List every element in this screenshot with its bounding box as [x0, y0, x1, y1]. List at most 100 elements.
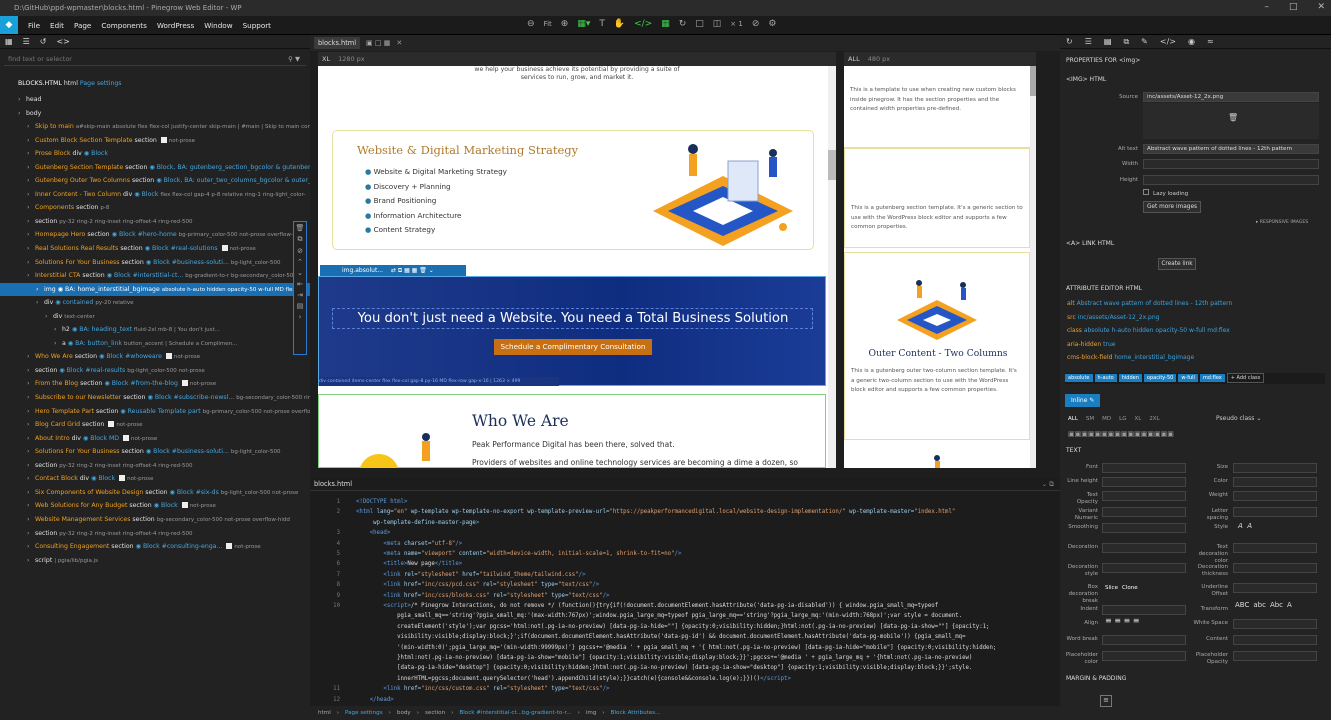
- tree-row[interactable]: › div text-center: [0, 310, 310, 324]
- search-icon[interactable]: ⚲ ▼: [288, 55, 300, 63]
- trash-icon[interactable]: 🗑: [1228, 113, 1238, 122]
- mobile-scrollbar[interactable]: [1030, 66, 1036, 468]
- text-prop-input[interactable]: [1102, 605, 1186, 615]
- viewport-size-xl[interactable]: XL: [322, 55, 330, 63]
- tree-row[interactable]: › img ◉ BA: home_interstitial_bgimage abs…: [0, 282, 310, 297]
- text-prop-input[interactable]: [1233, 477, 1317, 487]
- breadcrumb-item[interactable]: body: [397, 710, 411, 716]
- breadcrumb-item[interactable]: img: [586, 710, 597, 716]
- tab-close-icon[interactable]: ✕: [396, 39, 402, 47]
- attribute-row[interactable]: cms-block-field home_interstitial_bgimag…: [1067, 354, 1194, 361]
- expand-arrow-icon[interactable]: ›: [27, 513, 35, 527]
- attribute-row[interactable]: alt Abstract wave pattern of dotted line…: [1067, 300, 1232, 307]
- tree-row[interactable]: › From the Blog section ◉ Block #from-the…: [0, 377, 310, 391]
- tree-row[interactable]: › About Intro div ◉ Block MD not-prose: [0, 432, 310, 446]
- code-line[interactable]: [data-pg-ia-hide="desktop"] {opacity:0;v…: [310, 663, 972, 673]
- tree-row[interactable]: › Website Management Services section bg-…: [0, 513, 310, 527]
- expand-arrow-icon[interactable]: ›: [27, 269, 35, 283]
- layers-icon[interactable]: ◫: [713, 19, 722, 29]
- device-icons[interactable]: ▣ □ ▦: [366, 39, 390, 47]
- stack-icon[interactable]: ☰: [23, 37, 30, 46]
- save-icon[interactable]: ▦: [5, 37, 13, 46]
- code-line[interactable]: 7 <link rel="stylesheet" href="tailwind_…: [310, 570, 586, 580]
- box-decoration-options[interactable]: Slice Clone: [1105, 585, 1138, 591]
- code-line[interactable]: '(min-width:0)';pgia_large_mq='(min-widt…: [310, 643, 996, 653]
- page-root-row[interactable]: BLOCKS.HTML html Page settings: [0, 77, 310, 91]
- tree-row[interactable]: › Homepage Hero section ◉ Block #hero-hom…: [0, 228, 310, 242]
- code-icon[interactable]: </>: [634, 19, 652, 29]
- attribute-row[interactable]: aria-hidden true: [1067, 341, 1115, 348]
- expand-arrow-icon[interactable]: ›: [27, 432, 35, 446]
- expand-arrow-icon[interactable]: ›: [27, 540, 35, 554]
- text-prop-input[interactable]: [1102, 635, 1186, 645]
- transform-option[interactable]: abc: [1253, 601, 1266, 609]
- grid-icon[interactable]: ▦▾: [577, 19, 590, 29]
- expand-arrow-icon[interactable]: ›: [54, 337, 62, 351]
- tree-row[interactable]: › section py-32 ring-2 ring-inset ring-of…: [0, 527, 310, 541]
- text-prop-input[interactable]: [1102, 543, 1186, 553]
- alt-input[interactable]: Abstract wave pattern of dotted lines - …: [1143, 144, 1319, 154]
- tree-search[interactable]: find text or selector ⚲ ▼: [4, 53, 306, 66]
- maximize-icon[interactable]: □: [1289, 2, 1298, 12]
- editor-tab[interactable]: blocks.html: [314, 480, 352, 488]
- breadcrumb-item[interactable]: Page settings: [345, 710, 383, 716]
- tree-row[interactable]: › Web Solutions for Any Budget section ◉ …: [0, 499, 310, 513]
- text-prop-input[interactable]: [1233, 619, 1317, 629]
- zoom-in-icon[interactable]: ⊕: [561, 19, 569, 29]
- class-chip[interactable]: absolute: [1065, 374, 1093, 382]
- code-line[interactable]: 9 <link href="inc/css/blocks.css" rel="s…: [310, 591, 610, 601]
- pseudo-class-select[interactable]: Pseudo class ⌄: [1216, 415, 1261, 422]
- breakpoint-tab[interactable]: SM: [1086, 416, 1094, 422]
- menu-wordpress[interactable]: WordPress: [157, 21, 194, 30]
- expand-arrow-icon[interactable]: ›: [27, 350, 35, 364]
- page-icon[interactable]: □: [695, 19, 704, 29]
- tree-row[interactable]: › Solutions For Your Business section ◉ B…: [0, 256, 310, 270]
- code-line[interactable]: 3 <head>: [310, 528, 391, 538]
- pinegrow-logo-icon[interactable]: ◆: [0, 16, 18, 34]
- transform-options[interactable]: ABC abc Abc A: [1235, 601, 1292, 609]
- code-line[interactable]: 6 <title>New page</title>: [310, 559, 463, 569]
- text-prop-input[interactable]: [1233, 543, 1317, 553]
- expand-arrow-icon[interactable]: ›: [54, 323, 62, 337]
- expand-arrow-icon[interactable]: ›: [18, 107, 26, 121]
- responsive-images-link[interactable]: ▸ RESPONSIVE IMAGES: [1256, 220, 1308, 225]
- expand-arrow-icon[interactable]: ›: [27, 499, 35, 513]
- height-input[interactable]: [1143, 175, 1319, 185]
- tree-row[interactable]: › Custom Block Section Template section n…: [0, 134, 310, 148]
- text-prop-input[interactable]: [1233, 651, 1317, 661]
- expand-arrow-icon[interactable]: ›: [27, 527, 35, 541]
- expand-arrow-icon[interactable]: ›: [27, 459, 35, 473]
- code-line[interactable]: 12 </head>: [310, 695, 394, 705]
- tree-row[interactable]: › Six Components of Website Design sectio…: [0, 486, 310, 500]
- editor-window-icons[interactable]: ⌄ ⧉: [1042, 480, 1054, 489]
- slice-option[interactable]: Slice: [1105, 585, 1118, 591]
- hand-icon[interactable]: ✋: [614, 19, 625, 29]
- cta-button[interactable]: Schedule a Complimentary Consultation: [494, 339, 652, 355]
- text-prop-input[interactable]: [1233, 463, 1317, 473]
- code-line[interactable]: 2 <html lang="en" wp-template wp-template…: [310, 507, 956, 517]
- transform-option[interactable]: Abc: [1270, 601, 1283, 609]
- menu-page[interactable]: Page: [74, 21, 91, 30]
- tree-row[interactable]: › Solutions For Your Business section ◉ B…: [0, 445, 310, 459]
- expand-arrow-icon[interactable]: ›: [18, 93, 26, 107]
- text-prop-input[interactable]: [1233, 583, 1317, 593]
- class-chip[interactable]: opacity-50: [1143, 374, 1177, 382]
- code-line[interactable]: 4 <meta charset="utf-8"/>: [310, 539, 463, 549]
- selected-element-toolbar[interactable]: img.absolut... ⇄ ⧉ ▦ ▦ 🗑 ⌄: [320, 265, 466, 276]
- add-class-button[interactable]: + Add class: [1226, 373, 1265, 383]
- brush-icon[interactable]: ✎: [1141, 37, 1148, 46]
- code-line[interactable]: 11 <link href="inc/css/custom.css" rel="…: [310, 684, 609, 694]
- viewport-size-all[interactable]: ALL: [848, 55, 860, 63]
- box-model-icon[interactable]: ≡: [1100, 695, 1112, 707]
- code-line[interactable]: 10 <script>/* Pinegrow Interactions, do …: [310, 601, 938, 611]
- undo-icon[interactable]: ↺: [40, 37, 47, 46]
- tab-blocks-html[interactable]: blocks.html: [314, 37, 361, 49]
- fit-button[interactable]: Fit: [544, 20, 552, 28]
- text-prop-input[interactable]: [1102, 463, 1186, 473]
- code-icon[interactable]: </>: [1160, 37, 1176, 46]
- tree-row[interactable]: › Interstitial CTA section ◉ Block #inter…: [0, 269, 310, 283]
- tree-row[interactable]: › Subscribe to our Newsletter section ◉ B…: [0, 391, 310, 405]
- expand-arrow-icon[interactable]: ›: [27, 134, 35, 148]
- expand-arrow-icon[interactable]: ›: [27, 554, 35, 568]
- tree-row[interactable]: › body: [0, 107, 310, 121]
